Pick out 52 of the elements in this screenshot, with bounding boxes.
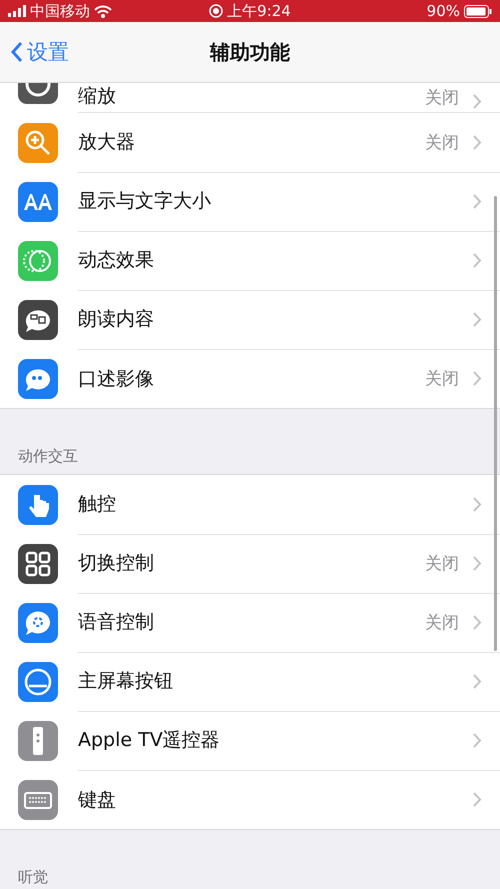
setting-icon: [18, 484, 58, 524]
chevron-icon: [473, 194, 482, 208]
chevron-icon: [473, 614, 482, 630]
setting-label[interactable]: 朗读内容: [78, 306, 473, 332]
setting-label[interactable]: 触控: [78, 491, 473, 517]
chevron-icon: [473, 371, 482, 386]
chevron-icon: [473, 94, 482, 109]
section-header: 听觉: [17, 867, 49, 888]
setting-icon: [18, 122, 58, 162]
section-header: 动作交互: [17, 446, 79, 467]
record-icon: [209, 4, 224, 18]
setting-label[interactable]: 切换控制: [78, 550, 425, 576]
chevron-icon: [473, 312, 482, 326]
chevron-icon: [473, 732, 482, 748]
chevron-icon: [473, 674, 482, 688]
setting-label[interactable]: 口述影像: [78, 366, 425, 392]
battery-icon: [464, 4, 492, 18]
setting-value: 关闭: [425, 87, 459, 109]
page-title: 辅助功能: [210, 38, 290, 66]
setting-label[interactable]: 动态效果: [78, 247, 473, 273]
setting-value: 关闭: [425, 132, 459, 154]
setting-value: 关闭: [425, 552, 459, 574]
setting-label[interactable]: 缩放: [78, 83, 425, 109]
chevron-icon: [473, 134, 482, 150]
wifi-icon: [94, 4, 112, 18]
setting-icon: [18, 544, 58, 584]
carrier-name: 中国移动: [30, 2, 90, 20]
setting-icon: [18, 720, 58, 760]
chevron-icon: [473, 556, 482, 570]
setting-label[interactable]: 键盘: [78, 786, 473, 812]
setting-icon: [18, 300, 58, 340]
signal-icon: [8, 5, 26, 17]
chevron-icon: [473, 496, 482, 512]
setting-icon: [18, 182, 58, 222]
setting-label[interactable]: 主屏幕按钮: [78, 668, 473, 694]
setting-label[interactable]: 显示与文字大小: [78, 188, 473, 214]
setting-value: 关闭: [425, 368, 459, 390]
chevron-icon: [473, 792, 482, 807]
setting-icon: [18, 240, 58, 280]
setting-label[interactable]: 放大器: [78, 129, 425, 155]
back-chevron-icon: [10, 41, 23, 63]
setting-icon: [18, 662, 58, 702]
setting-icon: [18, 602, 58, 642]
chevron-icon: [473, 252, 482, 268]
setting-icon: [18, 780, 58, 820]
battery-percent: 90%: [426, 2, 460, 20]
setting-label[interactable]: Apple TV遥控器: [78, 727, 473, 753]
setting-label[interactable]: 语音控制: [78, 609, 425, 635]
back-button[interactable]: 设置: [0, 38, 69, 66]
setting-icon: [18, 358, 58, 398]
status-time: 上午9:24: [227, 2, 291, 20]
setting-value: 关闭: [425, 612, 459, 634]
